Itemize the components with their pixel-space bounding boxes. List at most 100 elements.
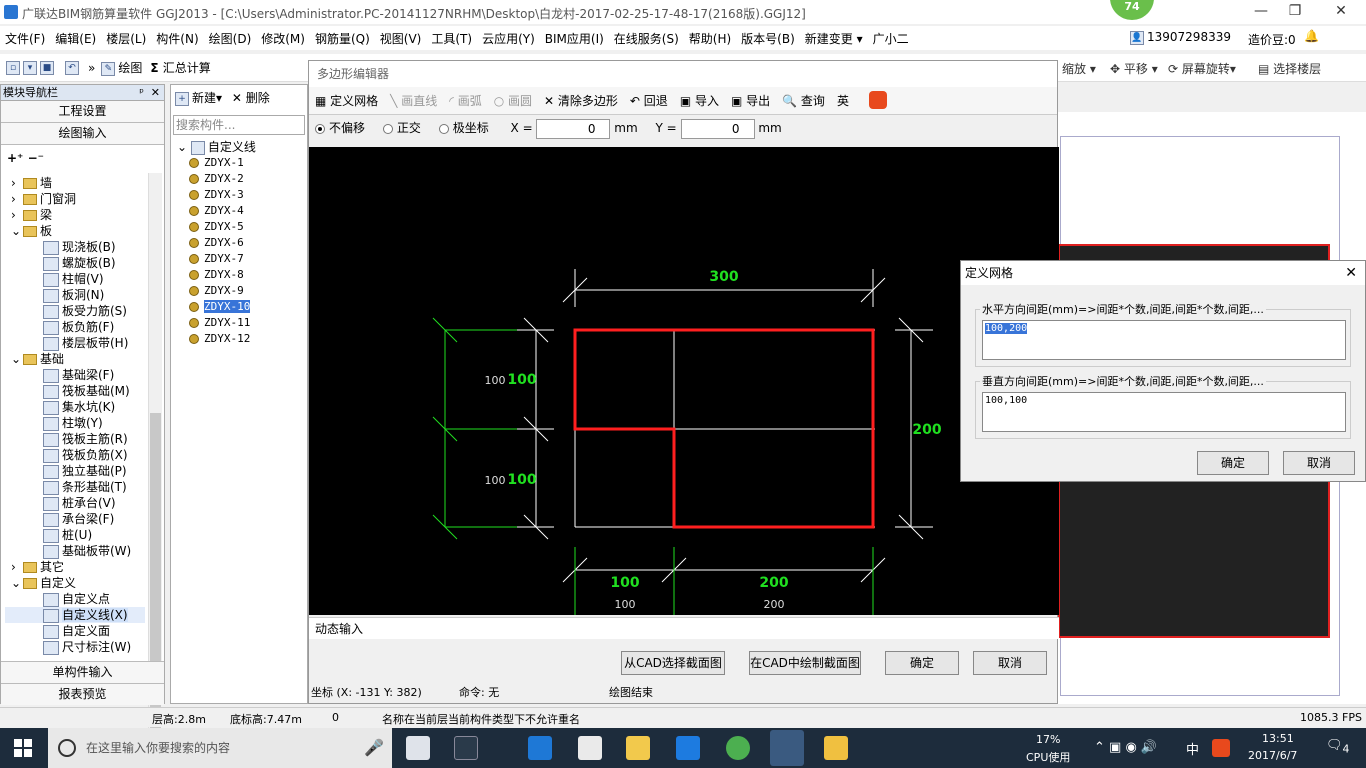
tree-item[interactable]: 桩承台(V) [5,495,145,511]
tree-folder[interactable]: ⌄ 自定义 [5,575,145,591]
vertical-spacing-input[interactable]: 100,100 [982,392,1346,432]
grid-cancel-button[interactable]: 取消 [1283,451,1355,475]
menu-item[interactable]: 构件(N) [151,30,203,47]
component-item[interactable]: ZDYX-5 [177,219,307,235]
expander-icon[interactable]: ⌄ [11,575,23,591]
expander-icon[interactable]: › [11,207,23,223]
open-folder-icon[interactable]: ▾ [23,60,37,75]
component-search-input[interactable]: 搜索构件... [173,115,305,135]
menu-item[interactable]: 楼层(L) [101,30,151,47]
tree-folder[interactable]: › 其它 [5,559,145,575]
tree-folder[interactable]: › 门窗洞 [5,191,145,207]
radio-no-offset[interactable]: 不偏移 [315,121,365,135]
menu-item[interactable]: 编辑(E) [50,30,101,47]
component-item[interactable]: ZDYX-6 [177,235,307,251]
task-view-icon[interactable] [406,736,430,760]
component-root[interactable]: ⌄ 自定义线 [177,139,307,155]
microphone-icon[interactable]: 🎤 [364,738,384,757]
tree-item[interactable]: 板洞(N) [5,287,145,303]
dynamic-input-tab[interactable]: 动态输入 [309,617,1059,639]
swirl-app-icon[interactable] [454,736,478,760]
clock-date[interactable]: 2017/6/7 [1248,749,1297,762]
sogou-icon[interactable] [1212,739,1230,757]
tree-folder[interactable]: › 梁 [5,207,145,223]
tree-item[interactable]: 独立基础(P) [5,463,145,479]
menu-item[interactable]: 绘图(D) [204,30,257,47]
tree-item[interactable]: 楼层板带(H) [5,335,145,351]
expander-icon[interactable]: › [11,175,23,191]
grid-ok-button[interactable]: 确定 [1197,451,1269,475]
menu-item[interactable]: 修改(M) [256,30,310,47]
dialog-close-icon[interactable]: ✕ [1345,261,1357,285]
menu-item[interactable]: 工具(T) [426,30,477,47]
store-icon[interactable] [578,736,602,760]
new-file-icon[interactable]: ▫ [6,60,20,75]
undo-button[interactable]: ↶ 回退 [630,94,668,108]
component-item[interactable]: ZDYX-11 [177,315,307,331]
nav-scrollbar[interactable] [148,173,162,743]
more-icon[interactable]: » [88,61,95,75]
component-item[interactable]: ZDYX-8 [177,267,307,283]
ggj-active-icon[interactable] [770,730,804,766]
menu-item[interactable]: 文件(F) [0,30,50,47]
tree-item[interactable]: 自定义线(X) [5,607,145,623]
tree-item[interactable]: 柱帽(V) [5,271,145,287]
expander-icon[interactable]: › [11,191,23,207]
bell-icon[interactable]: 🔔 [1304,29,1319,43]
menu-item[interactable]: 版本号(B) [736,30,800,47]
tree-item[interactable]: 筏板基础(M) [5,383,145,399]
x-input[interactable]: 0 [536,118,611,139]
clock-time[interactable]: 13:51 [1262,732,1294,745]
windows-start-icon[interactable] [14,739,32,757]
menu-item[interactable]: BIM应用(I) [540,30,609,47]
file-explorer-icon[interactable] [626,736,650,760]
expander-icon[interactable]: ⌄ [11,223,23,239]
component-item[interactable]: ZDYX-7 [177,251,307,267]
pan-button[interactable]: ✥ 平移 ▾ [1110,60,1158,77]
tree-item[interactable]: 尺寸标注(W) [5,639,145,655]
draw-button[interactable]: ✎ 绘图 [101,59,142,76]
tray-icons[interactable]: ⌃ ▣ ◉ 🔊 [1094,740,1157,755]
save-icon[interactable]: ■ [40,60,54,75]
menu-item[interactable]: 云应用(Y) [477,30,540,47]
ime-indicator[interactable]: 中 [1186,739,1199,758]
taskbar-search-input[interactable]: 在这里输入你要搜索的内容 [48,728,392,768]
expander-icon[interactable]: › [11,559,23,575]
tree-item[interactable]: 条形基础(T) [5,479,145,495]
sogou-s-icon[interactable] [869,91,887,109]
tree-item[interactable]: 现浇板(B) [5,239,145,255]
tree-item[interactable]: 集水坑(K) [5,399,145,415]
poly-cancel-button[interactable]: 取消 [973,651,1047,675]
delete-component-button[interactable]: ✕ 删除 [232,91,270,105]
menu-item[interactable]: 钢筋量(Q) [310,30,375,47]
select-from-cad-button[interactable]: 从CAD选择截面图 [621,651,725,675]
horizontal-spacing-input[interactable]: 100,200 [982,320,1346,360]
query-button[interactable]: 🔍 查询 [782,94,825,108]
close-button[interactable]: ✕ [1326,3,1356,21]
edge-browser-icon[interactable] [528,736,552,760]
menu-item[interactable]: 广小二 [868,30,914,47]
tree-item[interactable]: 基础梁(F) [5,367,145,383]
green-app-icon[interactable] [726,736,750,760]
y-input[interactable]: 0 [680,118,755,139]
minimize-button[interactable]: — [1246,3,1276,21]
section-report-preview[interactable]: 报表预览 [1,683,164,705]
tree-item[interactable]: 基础板带(W) [5,543,145,559]
component-item[interactable]: ZDYX-4 [177,203,307,219]
draw-circle-button[interactable]: ○ 画圆 [494,94,532,108]
tree-item[interactable]: 自定义面 [5,623,145,639]
component-item[interactable]: ZDYX-3 [177,187,307,203]
component-item[interactable]: ZDYX-9 [177,283,307,299]
tree-item[interactable]: 柱墩(Y) [5,415,145,431]
expand-collapse-icons[interactable]: +⁺ −⁻ [7,151,44,165]
section-project-settings[interactable]: 工程设置 [1,101,164,123]
draw-arc-button[interactable]: ◜ 画弧 [449,94,481,108]
tree-folder[interactable]: ⌄ 基础 [5,351,145,367]
component-item[interactable]: ZDYX-2 [177,171,307,187]
ime-english-button[interactable]: 英 [837,94,849,108]
tree-item[interactable]: 筏板负筋(X) [5,447,145,463]
tree-folder[interactable]: ⌄ 板 [5,223,145,239]
tree-folder[interactable]: › 墙 [5,175,145,191]
tree-item[interactable]: 螺旋板(B) [5,255,145,271]
pin-icon[interactable]: ᵖ [139,85,144,100]
